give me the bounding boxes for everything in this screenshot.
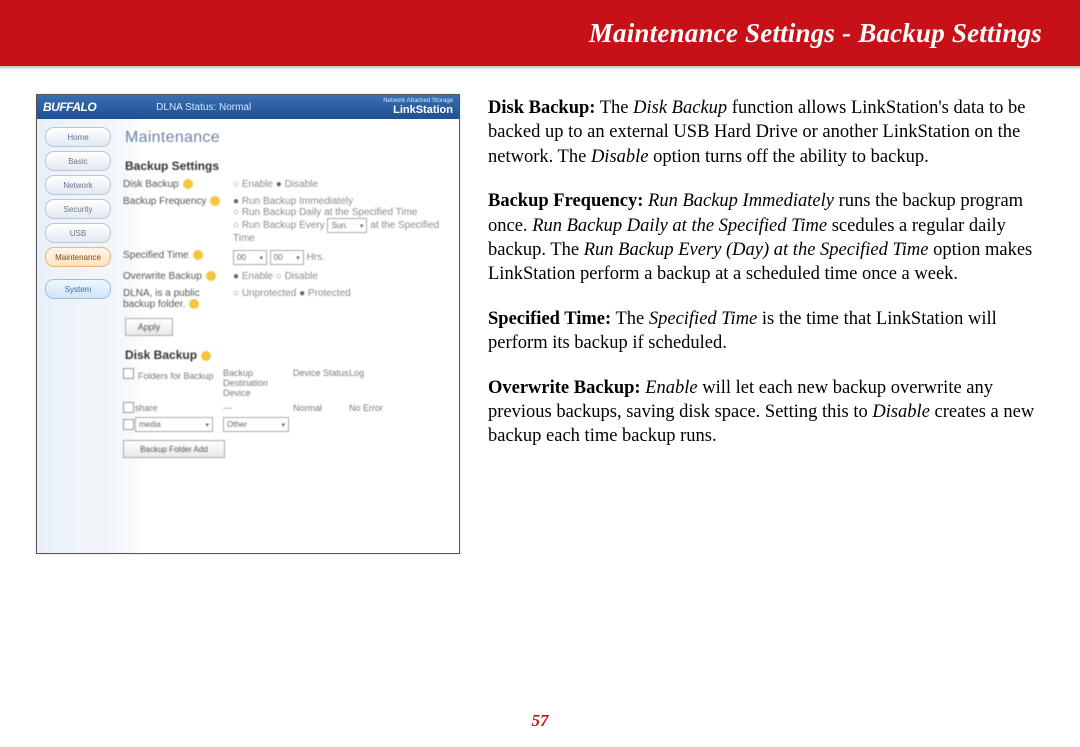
sidebar-item-security[interactable]: Security: [45, 199, 111, 219]
disk-backup-options: Enable Disable: [233, 179, 451, 190]
backup-frequency-options: Run Backup Immediately Run Backup Daily …: [233, 196, 451, 244]
col-devstat: Device Status: [293, 368, 349, 398]
subsection-disk-backup: Disk Backup: [125, 348, 451, 362]
dlna-unprotected-radio[interactable]: Unprotected: [233, 288, 296, 299]
col-log: Log: [349, 368, 405, 398]
disk-backup-enable-radio[interactable]: Enable: [233, 179, 273, 190]
dlna-protected-radio[interactable]: Protected: [299, 288, 351, 299]
freq-weekly-radio[interactable]: Run Backup Every: [233, 220, 325, 231]
apply-button[interactable]: Apply: [125, 318, 173, 336]
section-heading: Maintenance: [125, 129, 451, 147]
dlna-folder-label: DLNA, is a public backup folder.: [123, 288, 233, 310]
row-folder-select[interactable]: media: [135, 417, 213, 432]
term-disk-backup: Disk Backup:: [488, 98, 595, 118]
header-bar: Maintenance Settings - Backup Settings: [0, 0, 1080, 66]
product-brand-label: LinkStation: [393, 104, 453, 116]
row-checkbox[interactable]: [123, 419, 134, 430]
sidebar-item-system[interactable]: System: [45, 279, 111, 299]
sidebar-item-network[interactable]: Network: [45, 175, 111, 195]
select-all-checkbox[interactable]: [123, 368, 134, 379]
info-icon[interactable]: [210, 196, 220, 206]
row-dest-select[interactable]: Other: [223, 417, 289, 432]
disk-backup-disable-radio[interactable]: Disable: [276, 179, 318, 190]
backup-frequency-paragraph: Backup Frequency: Run Backup Immediately…: [488, 189, 1044, 287]
freq-immediate-radio[interactable]: Run Backup Immediately: [233, 196, 353, 207]
overwrite-options: Enable Disable: [233, 271, 451, 282]
dlna-status: DLNA Status: Normal: [156, 102, 251, 113]
page-title: Maintenance Settings - Backup Settings: [589, 18, 1042, 49]
row-dest: ---: [223, 403, 293, 413]
row-status: Normal: [293, 403, 349, 413]
backup-table-header: Folders for Backup Backup Destination De…: [123, 368, 451, 398]
term-backup-frequency: Backup Frequency:: [488, 191, 643, 211]
description-column: Disk Backup: The Disk Backup function al…: [488, 94, 1044, 469]
hour-select[interactable]: 00: [233, 250, 267, 265]
info-icon[interactable]: [201, 351, 211, 361]
info-icon[interactable]: [189, 299, 199, 309]
info-icon[interactable]: [206, 271, 216, 281]
row-checkbox[interactable]: [123, 402, 134, 413]
manual-page: Maintenance Settings - Backup Settings B…: [0, 0, 1080, 747]
main-panel: Maintenance Backup Settings Disk Backup …: [119, 119, 459, 553]
table-row: share --- Normal No Error: [123, 402, 451, 413]
add-backup-folder-button[interactable]: Backup Folder Add: [123, 440, 225, 458]
sidebar-item-basic[interactable]: Basic: [45, 151, 111, 171]
overwrite-label: Overwrite Backup: [123, 271, 233, 282]
col-dest: Backup Destination Device: [223, 368, 293, 398]
table-row: media Other: [123, 417, 451, 432]
ui-screenshot: BUFFALO DLNA Status: Normal Network Atta…: [36, 94, 460, 554]
info-icon[interactable]: [193, 250, 203, 260]
product-brand: Network Attached Storage LinkStation: [383, 98, 453, 116]
sidebar-item-home[interactable]: Home: [45, 127, 111, 147]
specified-time-label: Specified Time: [123, 250, 233, 265]
info-icon[interactable]: [183, 179, 193, 189]
weekday-select[interactable]: Sun.: [327, 218, 367, 233]
disk-backup-paragraph: Disk Backup: The Disk Backup function al…: [488, 96, 1044, 169]
content-row: BUFFALO DLNA Status: Normal Network Atta…: [0, 70, 1080, 554]
minute-select[interactable]: 00: [270, 250, 304, 265]
overwrite-disable-radio[interactable]: Disable: [276, 271, 318, 282]
backup-frequency-label: Backup Frequency: [123, 196, 233, 244]
subsection-backup-settings: Backup Settings: [125, 159, 451, 173]
page-number: 57: [532, 711, 549, 731]
col-folder: Folders for Backup: [123, 368, 223, 398]
app-body: Home Basic Network Security USB Maintena…: [37, 119, 459, 553]
row-log: No Error: [349, 403, 405, 413]
sidebar: Home Basic Network Security USB Maintena…: [37, 119, 119, 553]
overwrite-enable-radio[interactable]: Enable: [233, 271, 273, 282]
term-overwrite-backup: Overwrite Backup:: [488, 378, 641, 398]
brand-logo: BUFFALO: [43, 100, 96, 114]
overwrite-backup-paragraph: Overwrite Backup: Enable will let each n…: [488, 376, 1044, 449]
specified-time-paragraph: Specified Time: The Specified Time is th…: [488, 307, 1044, 356]
sidebar-item-maintenance[interactable]: Maintenance: [45, 247, 111, 267]
sidebar-item-usb[interactable]: USB: [45, 223, 111, 243]
freq-daily-radio[interactable]: Run Backup Daily at the Specified Time: [233, 207, 417, 218]
app-topbar: BUFFALO DLNA Status: Normal Network Atta…: [37, 95, 459, 119]
time-unit: Hrs.: [307, 252, 325, 263]
term-specified-time: Specified Time:: [488, 309, 611, 329]
specified-time-value: 00 00 Hrs.: [233, 250, 451, 265]
row-folder: share: [135, 403, 223, 413]
settings-grid: Disk Backup Enable Disable Backup Freque…: [123, 179, 451, 310]
disk-backup-label: Disk Backup: [123, 179, 233, 190]
dlna-folder-options: Unprotected Protected: [233, 288, 451, 310]
